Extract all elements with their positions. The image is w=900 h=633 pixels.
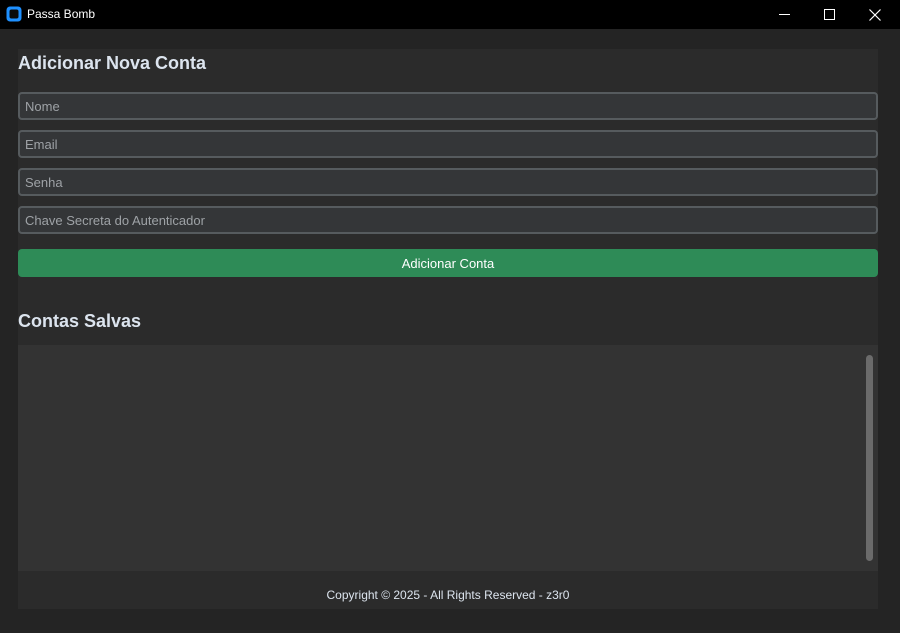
close-button[interactable] bbox=[852, 0, 897, 29]
app-window: Passa Bomb Adicionar Nova Conta Nome Ema… bbox=[0, 0, 900, 633]
title-bar[interactable]: Passa Bomb bbox=[0, 0, 900, 29]
name-field[interactable] bbox=[18, 92, 878, 120]
list-scrollbar[interactable] bbox=[866, 355, 873, 561]
password-field[interactable] bbox=[18, 168, 878, 196]
add-account-button[interactable]: Adicionar Conta bbox=[18, 249, 878, 277]
add-account-heading: Adicionar Nova Conta bbox=[18, 53, 207, 73]
authenticator-secret-field[interactable] bbox=[18, 206, 878, 234]
window-title: Passa Bomb bbox=[27, 7, 96, 21]
minimize-button[interactable] bbox=[762, 0, 807, 29]
saved-accounts-list[interactable] bbox=[18, 345, 878, 571]
copyright-footer: Copyright © 2025 - All Rights Reserved -… bbox=[326, 588, 570, 602]
app-logo-icon bbox=[6, 6, 22, 22]
maximize-button[interactable] bbox=[807, 0, 852, 29]
close-icon bbox=[868, 8, 881, 21]
saved-accounts-heading: Contas Salvas bbox=[18, 311, 142, 331]
email-field[interactable] bbox=[18, 130, 878, 158]
minimize-icon bbox=[779, 9, 790, 20]
maximize-icon bbox=[824, 9, 835, 20]
main-panel: Adicionar Nova Conta Adicionar Conta Con… bbox=[18, 49, 878, 609]
